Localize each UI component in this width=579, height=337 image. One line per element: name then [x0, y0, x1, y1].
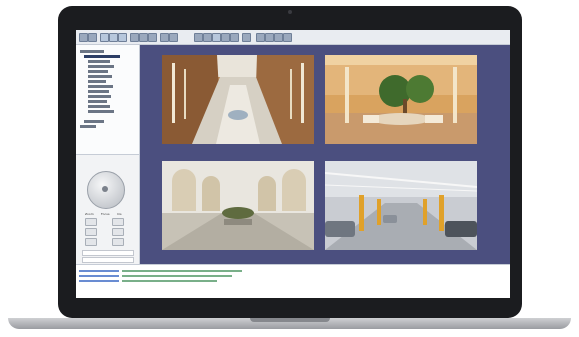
- tree-item-camera[interactable]: [88, 105, 110, 108]
- device-tree: [76, 45, 140, 168]
- tree-item-camera[interactable]: [88, 80, 106, 83]
- zoom-in-button[interactable]: [85, 218, 97, 226]
- snapshot-icon[interactable]: [139, 33, 148, 42]
- webcam-icon: [288, 10, 292, 14]
- playback-icon[interactable]: [148, 33, 157, 42]
- video-feed-garage: [325, 161, 477, 250]
- video-feed-lobby: [325, 55, 477, 144]
- event-log: [76, 264, 510, 298]
- video-tile-4[interactable]: [325, 161, 477, 250]
- tree-item-camera[interactable]: [88, 70, 108, 73]
- ptz-preset-field[interactable]: [82, 257, 134, 263]
- tree-item-group[interactable]: [84, 55, 120, 58]
- laptop-base-notch: [250, 318, 330, 322]
- video-tile-3[interactable]: [162, 161, 314, 250]
- split-1-icon[interactable]: [194, 33, 203, 42]
- video-tile-1-bar: [162, 144, 314, 154]
- tree-item-camera[interactable]: [88, 65, 114, 68]
- zoom-out-button[interactable]: [112, 218, 124, 226]
- iris-close-button[interactable]: [112, 238, 124, 246]
- previous-page-icon[interactable]: [256, 33, 265, 42]
- ptz-speed-field[interactable]: [82, 250, 134, 256]
- view-icon[interactable]: [79, 33, 88, 42]
- split-6-icon[interactable]: [221, 33, 230, 42]
- video-grid: [140, 45, 510, 264]
- log-row-text: [122, 280, 217, 282]
- toolbar: [76, 30, 510, 45]
- layout-icon[interactable]: [88, 33, 97, 42]
- user-icon[interactable]: [169, 33, 178, 42]
- close-all-icon[interactable]: [283, 33, 292, 42]
- video-tile-4-bar: [325, 250, 477, 260]
- fullscreen-icon[interactable]: [242, 33, 251, 42]
- video-feed-atrium: [162, 55, 314, 144]
- tree-item-root[interactable]: [80, 50, 104, 53]
- record-icon[interactable]: [130, 33, 139, 42]
- tree-item-camera[interactable]: [88, 100, 107, 103]
- next-page-icon[interactable]: [265, 33, 274, 42]
- tree-item-camera[interactable]: [88, 60, 110, 63]
- focus-near-button[interactable]: [85, 228, 97, 236]
- focus-far-button[interactable]: [112, 228, 124, 236]
- log-row-link: [79, 275, 119, 277]
- log-row-text: [122, 275, 232, 277]
- tree-item-root[interactable]: [80, 125, 96, 128]
- iris-open-button[interactable]: [85, 238, 97, 246]
- video-tile-3-bar: [162, 250, 314, 260]
- tree-item-camera[interactable]: [88, 95, 111, 98]
- tree-item-camera[interactable]: [88, 110, 114, 113]
- settings-icon[interactable]: [160, 33, 169, 42]
- video-tile-2[interactable]: [325, 55, 477, 144]
- log-row-link: [79, 270, 119, 272]
- ptz-iris-label: Iris: [117, 212, 122, 216]
- tree-item-camera[interactable]: [88, 85, 113, 88]
- tree-item-group[interactable]: [84, 120, 104, 123]
- vms-screen: Zoom Focus Iris: [76, 30, 510, 298]
- video-tile-1[interactable]: [162, 55, 314, 144]
- grid-9-icon[interactable]: [118, 33, 127, 42]
- log-row-link: [79, 280, 119, 282]
- log-row-text: [122, 270, 242, 272]
- split-9-icon[interactable]: [230, 33, 239, 42]
- ptz-center-button[interactable]: [102, 186, 108, 192]
- tree-item-camera[interactable]: [88, 75, 112, 78]
- grid-4-icon[interactable]: [109, 33, 118, 42]
- video-feed-corridor: [162, 161, 314, 250]
- split-4-icon[interactable]: [212, 33, 221, 42]
- ptz-control-panel: Zoom Focus Iris: [76, 154, 140, 265]
- video-tile-2-bar: [325, 144, 477, 154]
- grid-1-icon[interactable]: [100, 33, 109, 42]
- ptz-zoom-label: Zoom: [85, 212, 94, 216]
- split-2-icon[interactable]: [203, 33, 212, 42]
- ptz-focus-label: Focus: [101, 212, 110, 216]
- tree-item-camera[interactable]: [88, 90, 109, 93]
- stop-all-icon[interactable]: [274, 33, 283, 42]
